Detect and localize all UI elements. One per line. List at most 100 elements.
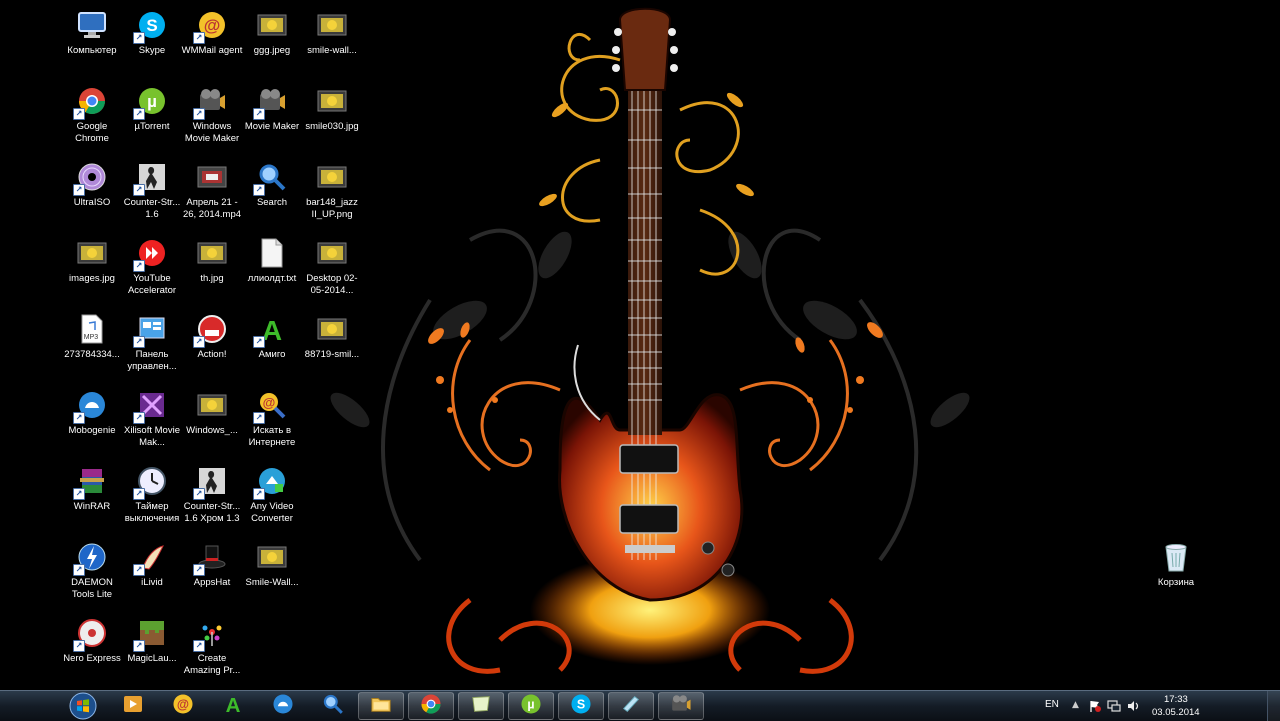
desktop-icon-9[interactable]: smile030.jpg — [302, 80, 362, 133]
desktop-icon-label: ллиолдт.txt — [247, 273, 297, 284]
desktop-icon-label: 273784334... — [64, 349, 120, 360]
desktop-icon-34[interactable]: ↗ iLivid — [122, 536, 182, 589]
desktop-icon-12[interactable]: Апрель 21 - 26, 2014.mp4 — [182, 156, 242, 221]
taskbar-button-utorrent[interactable]: µ — [508, 692, 554, 720]
desktop-icon-26[interactable]: ↗ Xilisoft Movie Mak... — [122, 384, 182, 449]
start-button[interactable] — [64, 691, 102, 721]
image-file-icon — [75, 236, 109, 270]
youtube-accelerator-icon: ↗ — [133, 236, 169, 272]
desktop-icon-label: µTorrent — [134, 121, 170, 132]
image-file-icon — [315, 8, 349, 42]
desktop-icon-31[interactable]: ↗ Counter-Str... 1.6 Хром 1.3 — [182, 460, 242, 525]
desktop-icon-25[interactable]: ↗ Mobogenie — [62, 384, 122, 437]
chrome-icon — [420, 693, 442, 719]
desktop-icon-28[interactable]: @ ↗ Искать в Интернете — [242, 384, 302, 449]
desktop-icon-30[interactable]: ↗ Таймер выключения — [122, 460, 182, 525]
desktop-icon-13[interactable]: ↗ Search — [242, 156, 302, 209]
desktop-icon-label: Desktop 02-05-2014... — [306, 273, 358, 296]
desktop-icon-label: WMMail agent — [181, 45, 243, 56]
desktop-icon-11[interactable]: ↗ Counter-Str... 1.6 — [122, 156, 182, 221]
desktop-icon-16[interactable]: ↗ YouTube Accelerator — [122, 232, 182, 297]
wmmail-icon: @ ↗ — [193, 8, 229, 44]
desktop-icon-label: ggg.jpeg — [253, 45, 291, 56]
action-center-flag-icon[interactable] — [1088, 699, 1102, 713]
taskbar-button-chrome[interactable] — [408, 692, 454, 720]
taskbar-button-media-player[interactable] — [110, 692, 156, 720]
desktop-icon-24[interactable]: 88719-smil... — [302, 308, 362, 361]
clock-time[interactable]: 17:33 — [1164, 694, 1188, 705]
winrar-icon: ↗ — [73, 464, 109, 500]
desktop-icon-3[interactable]: ggg.jpeg — [242, 4, 302, 57]
desktop-icon-0[interactable]: Компьютер — [62, 4, 122, 57]
desktop-icon-1[interactable]: S ↗ Skype — [122, 4, 182, 57]
desktop-icon-7[interactable]: ↗ Windows Movie Maker — [182, 80, 242, 145]
shortcut-arrow-icon: ↗ — [253, 412, 265, 424]
shortcut-arrow-icon: ↗ — [73, 640, 85, 652]
desktop-icon-15[interactable]: images.jpg — [62, 232, 122, 285]
desktop-icon-19[interactable]: Desktop 02-05-2014... — [302, 232, 362, 297]
desktop-icon-33[interactable]: ↗ DAEMON Tools Lite — [62, 536, 122, 601]
desktop-icon-36[interactable]: Smile-Wall... — [242, 536, 302, 589]
desktop[interactable]: Компьютер S ↗ Skype @ ↗ WMMail agent ggg.jpeg sm… — [0, 0, 1280, 690]
desktop-icon-17[interactable]: th.jpg — [182, 232, 242, 285]
desktop-icon-22[interactable]: ↗ Action! — [182, 308, 242, 361]
taskbar-button-amigo[interactable]: A — [210, 692, 256, 720]
shortcut-arrow-icon: ↗ — [73, 564, 85, 576]
desktop-icon-2[interactable]: @ ↗ WMMail agent — [182, 4, 242, 57]
shortcut-arrow-icon: ↗ — [193, 108, 205, 120]
desktop-icon-20[interactable]: MP3 273784334... — [62, 308, 122, 361]
desktop-icon-37[interactable]: ↗ Nero Express — [62, 612, 122, 665]
control-panel-icon: ↗ — [133, 312, 169, 348]
desktop-icon-label: Any Video Converter — [250, 501, 294, 524]
desktop-icon-27[interactable]: Windows_... — [182, 384, 242, 437]
svg-text:@: @ — [177, 697, 189, 711]
volume-icon[interactable] — [1126, 699, 1140, 713]
taskbar-button-wmmail[interactable]: @ — [160, 692, 206, 720]
desktop-icon-label: AppsHat — [193, 577, 231, 588]
desktop-icon-label: smile030.jpg — [305, 121, 359, 132]
taskbar-button-mobogenie[interactable] — [260, 692, 306, 720]
ilivid-icon: ↗ — [133, 540, 169, 576]
tray-expand-icon[interactable]: ▲ — [1072, 700, 1079, 710]
network-icon[interactable] — [1107, 699, 1121, 713]
desktop-icon-40[interactable]: Корзина — [1146, 536, 1206, 589]
taskbar-button-movie-maker[interactable] — [658, 692, 704, 720]
movie-maker-icon — [670, 693, 692, 719]
image-file-icon — [255, 8, 289, 42]
svg-text:@: @ — [263, 395, 276, 410]
desktop-icon-8[interactable]: ↗ Movie Maker — [242, 80, 302, 133]
desktop-icon-21[interactable]: ↗ Панель управлен... — [122, 308, 182, 373]
shortcut-arrow-icon: ↗ — [133, 412, 145, 424]
taskbar-button-sticky-app[interactable] — [608, 692, 654, 720]
appshat-icon: ↗ — [193, 540, 229, 576]
desktop-icon-29[interactable]: ↗ WinRAR — [62, 460, 122, 513]
desktop-icon-10[interactable]: ↗ UltraISO — [62, 156, 122, 209]
shortcut-arrow-icon: ↗ — [193, 488, 205, 500]
mobogenie-icon: ↗ — [73, 388, 109, 424]
desktop-icon-23[interactable]: A ↗ Амиго — [242, 308, 302, 361]
desktop-icon-32[interactable]: ↗ Any Video Converter — [242, 460, 302, 525]
taskbar-button-notes[interactable] — [458, 692, 504, 720]
taskbar-button-skype[interactable]: S — [558, 692, 604, 720]
svg-text:MP3: MP3 — [84, 334, 99, 341]
mobogenie-icon — [272, 693, 294, 719]
language-indicator[interactable]: EN — [1045, 699, 1059, 710]
desktop-icon-14[interactable]: bar148_jazz II_UP.png — [302, 156, 362, 221]
skype-icon: S ↗ — [133, 8, 169, 44]
desktop-icon-5[interactable]: ↗ Google Chrome — [62, 80, 122, 145]
show-desktop-button[interactable] — [1267, 691, 1280, 721]
desktop-icon-18[interactable]: ллиолдт.txt — [242, 232, 302, 285]
desktop-icon-label: UltraISO — [73, 197, 111, 208]
desktop-icon-4[interactable]: smile-wall... — [302, 4, 362, 57]
desktop-icon-6[interactable]: µ ↗ µTorrent — [122, 80, 182, 133]
desktop-icon-38[interactable]: ↗ MagicLau... — [122, 612, 182, 665]
image-file-icon — [195, 388, 229, 422]
desktop-icon-35[interactable]: ↗ AppsHat — [182, 536, 242, 589]
shortcut-arrow-icon: ↗ — [253, 488, 265, 500]
taskbar-button-explorer-folder[interactable] — [358, 692, 404, 720]
taskbar-button-search[interactable] — [310, 692, 356, 720]
clock-date[interactable]: 03.05.2014 — [1152, 707, 1200, 718]
search-icon: ↗ — [253, 160, 289, 196]
desktop-icon-39[interactable]: ↗ Create Amazing Pr... — [182, 612, 242, 677]
image-file-icon — [315, 84, 349, 118]
